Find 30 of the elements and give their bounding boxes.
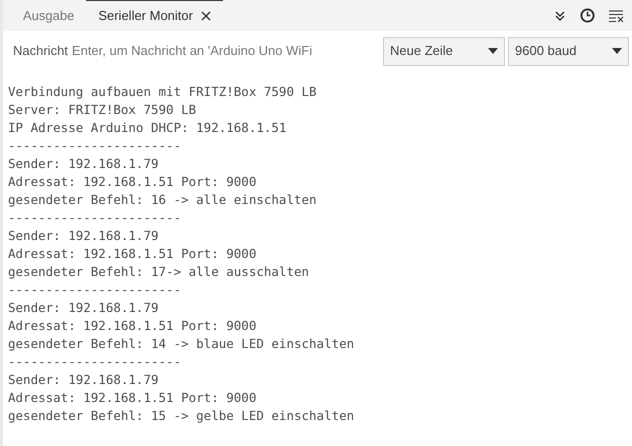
tab[interactable]: Ausgabe — [11, 0, 86, 31]
output-line: ----------------------- — [8, 209, 182, 227]
output-line: ----------------------- — [8, 281, 182, 299]
output-line: Server: FRITZ!Box 7590 LB — [8, 101, 196, 119]
caret-icon — [488, 48, 498, 54]
baud-rate-dropdown[interactable]: 9600 baud — [508, 36, 629, 66]
output-line: Adressat: 192.168.1.51 Port: 9000 — [8, 173, 256, 191]
double-chevron-icon[interactable] — [554, 10, 566, 22]
output-line: Sender: 192.168.1.79 — [8, 155, 159, 173]
output-line: IP Adresse Arduino DHCP: 192.168.1.51 — [8, 119, 286, 137]
line-ending-dropdown[interactable]: Neue Zeile — [383, 36, 505, 66]
output-line: Adressat: 192.168.1.51 Port: 9000 — [8, 317, 256, 335]
output-line: Sender: 192.168.1.79 — [8, 371, 159, 389]
tab[interactable]: Serieller Monitor — [86, 0, 223, 31]
output-line: ----------------------- — [8, 353, 182, 371]
output-line: gesendeter Befehl: 15 -> gelbe LED einschalten — [8, 407, 354, 425]
output-line: Adressat: 192.168.1.51 Port: 9000 — [8, 389, 256, 407]
output-line: Verbindung aufbauen mit FRITZ!Box 7590 LB — [8, 83, 317, 101]
output-line: ----------------------- — [8, 137, 182, 155]
output-line: Sender: 192.168.1.79 — [8, 227, 159, 245]
clock-icon[interactable] — [580, 8, 595, 23]
close-icon[interactable] — [200, 11, 211, 21]
output-line: Adressat: 192.168.1.51 Port: 9000 — [8, 245, 256, 263]
caret-icon — [612, 48, 622, 54]
output-line: Sender: 192.168.1.79 — [8, 299, 159, 317]
output-line: gesendeter Befehl: 16 -> alle einschalten — [8, 191, 317, 209]
clear-list-icon[interactable] — [609, 10, 624, 22]
output-line: gesendeter Befehl: 17-> alle ausschalten — [8, 263, 310, 281]
message-label: Nachricht — [13, 42, 68, 60]
output-line: gesendeter Befehl: 14 -> blaue LED einschalten — [8, 335, 354, 353]
